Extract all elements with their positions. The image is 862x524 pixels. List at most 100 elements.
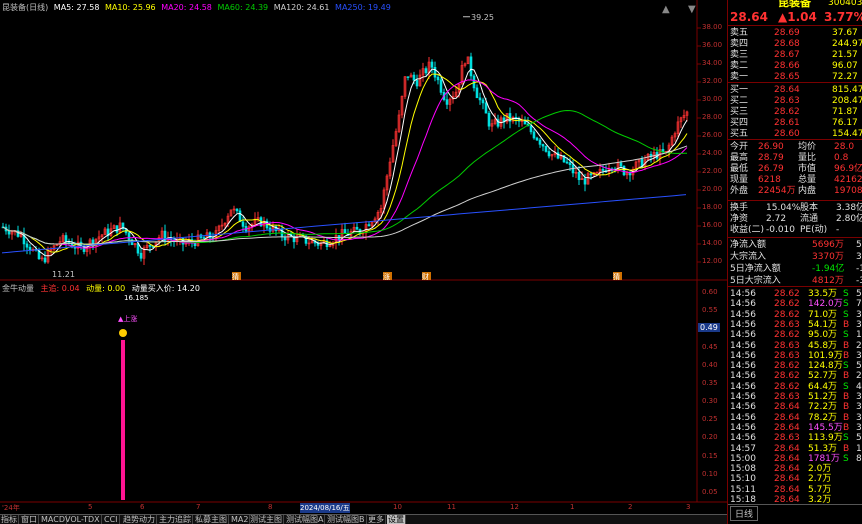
candle-body xyxy=(601,168,605,171)
stat-label: 收益(二) xyxy=(730,225,765,235)
flow-label: 大宗流入 xyxy=(730,252,767,262)
event-marker: 涨 xyxy=(383,272,390,281)
price-tick: 24.00 xyxy=(702,149,723,157)
stock-code: 300403 xyxy=(828,0,862,8)
candle-body xyxy=(568,162,572,165)
stock-name: 昆装备 xyxy=(778,0,811,9)
stat-value: 19708 xyxy=(834,186,862,196)
candle-body xyxy=(430,61,434,68)
price-tick: 22.00 xyxy=(702,167,723,175)
candle-body xyxy=(43,257,47,263)
indicator-tab[interactable]: 主力追踪 xyxy=(158,515,193,524)
price-pct: 3.77% xyxy=(824,10,862,24)
price-tick: 12.00 xyxy=(702,257,723,265)
price-tick: 16.00 xyxy=(702,221,723,229)
event-marker: 猜 xyxy=(232,272,239,281)
candle-body xyxy=(367,224,371,227)
indicator-tick: 0.55 xyxy=(702,306,718,315)
stat-label: PE(动) xyxy=(800,225,828,235)
candle-body xyxy=(412,74,416,81)
peak-label: 39.25 xyxy=(471,13,494,22)
candle-body xyxy=(115,225,119,233)
candle-body xyxy=(445,99,449,105)
event-marker: 猜 xyxy=(613,272,620,281)
stat-value: - xyxy=(836,225,840,235)
indicator-tab[interactable]: 私募主图 xyxy=(194,515,229,524)
indicator-tab[interactable]: 窗口 xyxy=(20,515,39,524)
indicator-current-value: 0.49 xyxy=(698,323,720,332)
candle-body xyxy=(436,76,440,81)
flow-row: 5日净流入额 -1.94亿 -1 xyxy=(728,263,862,275)
candle-body xyxy=(433,67,437,78)
stock-header: 昆装备 300403 xyxy=(728,0,862,10)
kline-chart[interactable]: 39.25 11.21 猜 涨 财 猜 ▲上涨 16.185 xyxy=(0,0,727,514)
stat-row: 外盘 22454万 内盘 19708 xyxy=(728,185,862,197)
candle-body xyxy=(439,79,443,93)
price-header: 28.64 ▲1.04 3.77% xyxy=(728,10,862,24)
sub-v2: 动量: 0.00 xyxy=(86,284,126,293)
indicator-tab[interactable]: 测试主图 xyxy=(249,515,284,524)
candle-body xyxy=(589,173,593,176)
indicator-tab[interactable]: 测试幅图A xyxy=(285,515,326,524)
indicator-tab[interactable]: VOL-TDX xyxy=(64,515,102,524)
time-tick: 10 xyxy=(393,503,402,511)
indicator-tab[interactable]: MACD xyxy=(40,515,67,524)
flow-label: 净流入额 xyxy=(730,240,767,250)
price-tick: 34.00 xyxy=(702,59,723,67)
candle-body xyxy=(475,87,479,99)
candle-body xyxy=(136,243,140,254)
flow-extra: 3 xyxy=(856,252,862,262)
signal-coin-icon xyxy=(119,329,127,337)
footer-tab-daily[interactable]: 日线 xyxy=(730,506,759,521)
indicator-tab[interactable]: 设置 xyxy=(387,515,406,524)
price-change: ▲1.04 xyxy=(778,10,817,24)
indicator-tab[interactable]: CCI xyxy=(103,515,120,524)
indicator-tick: 0.20 xyxy=(702,433,718,442)
candle-body xyxy=(583,178,587,185)
candle-body xyxy=(484,102,488,114)
indicator-tab[interactable]: 测试幅图B xyxy=(326,515,367,524)
candle-body xyxy=(547,151,551,157)
stat-row: 收益(二) -0.010 PE(动) - xyxy=(728,224,862,236)
momentum-bar xyxy=(121,340,125,500)
stat-label: 外盘 xyxy=(730,186,749,196)
candle-body xyxy=(538,139,542,145)
indicator-axis: 0.600.550.500.450.400.350.300.250.200.15… xyxy=(700,282,727,502)
chart-area[interactable]: 昆装备(日线) MA5: 27.58 MA10: 25.96 MA20: 24.… xyxy=(0,0,727,524)
price-tick: 36.00 xyxy=(702,41,723,49)
time-tick: 5 xyxy=(88,503,93,511)
stat-label: 内盘 xyxy=(798,186,817,196)
candle-body xyxy=(25,243,29,248)
indicator-tab[interactable]: 指标 xyxy=(0,515,19,524)
time-tick: 12 xyxy=(510,503,519,511)
candle-body xyxy=(202,237,206,239)
time-tick: 11 xyxy=(447,503,456,511)
price-tick: 14.00 xyxy=(702,239,723,247)
time-axis: '24年 5 6 7 8 2024/08/16/五 10 11 12 1 2 3 xyxy=(0,502,727,514)
stat-value: -0.010 xyxy=(766,225,796,235)
price-tick: 20.00 xyxy=(702,185,723,193)
indicator-tab[interactable]: MA2 xyxy=(230,515,251,524)
sub-v1: 主追: 0.04 xyxy=(40,284,80,293)
quote-panel: 昆装备 300403 28.64 ▲1.04 3.77% 卖五 28.69 37.6… xyxy=(727,0,862,524)
flow-value: 5696万 xyxy=(812,240,844,250)
indicator-tick: 0.40 xyxy=(702,360,718,369)
price-tick: 26.00 xyxy=(702,131,723,139)
indicator-tab[interactable]: 更多 xyxy=(367,515,386,524)
candle-body xyxy=(343,229,347,234)
indicator-tab[interactable]: 趋势动力 xyxy=(122,515,157,524)
candle-body xyxy=(355,226,359,230)
candle-body xyxy=(469,56,473,77)
candle-body xyxy=(424,68,428,74)
ma250-line xyxy=(1,194,687,254)
indicator-tick: 0.35 xyxy=(702,378,718,387)
candle-body xyxy=(487,112,491,127)
candle-body xyxy=(148,244,152,247)
indicator-tick: 0.05 xyxy=(702,488,718,496)
panel-footer: 日线 xyxy=(728,504,862,524)
flow-extra: 5 xyxy=(856,240,862,250)
stat-value: 22454万 xyxy=(758,186,796,196)
flow-row: 大宗流入 3370万 3 xyxy=(728,251,862,263)
candle-body xyxy=(535,137,539,141)
time-tick: 7 xyxy=(196,503,201,511)
